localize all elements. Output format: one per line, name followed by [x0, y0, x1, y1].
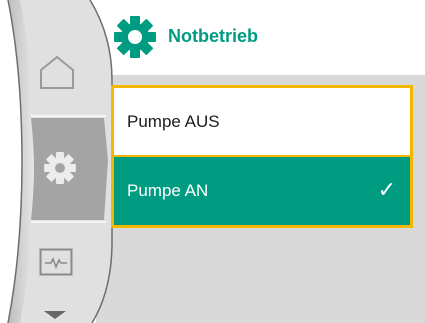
- monitor-icon: [39, 248, 73, 276]
- gear-icon: [114, 16, 156, 58]
- sidebar-item-scroll-down[interactable]: [30, 298, 96, 323]
- gear-icon: [44, 152, 76, 184]
- sidebar-item-settings[interactable]: [30, 118, 96, 220]
- option-pump-on[interactable]: Pumpe AN ✓: [114, 157, 410, 225]
- option-label: Pumpe AUS: [127, 111, 220, 131]
- home-icon: [40, 55, 74, 89]
- screen: Notbetrieb Pumpe AUS Pumpe AN ✓: [0, 0, 425, 323]
- sidebar-item-monitor[interactable]: [30, 228, 96, 296]
- options-list: Pumpe AUS Pumpe AN ✓: [111, 85, 413, 228]
- page-title: Notbetrieb: [168, 26, 258, 46]
- option-pump-off[interactable]: Pumpe AUS: [114, 88, 410, 157]
- checkmark-icon: ✓: [377, 177, 396, 202]
- chevron-down-icon: [44, 311, 66, 319]
- sidebar-item-home[interactable]: [30, 26, 96, 114]
- option-label: Pumpe AN: [127, 181, 209, 200]
